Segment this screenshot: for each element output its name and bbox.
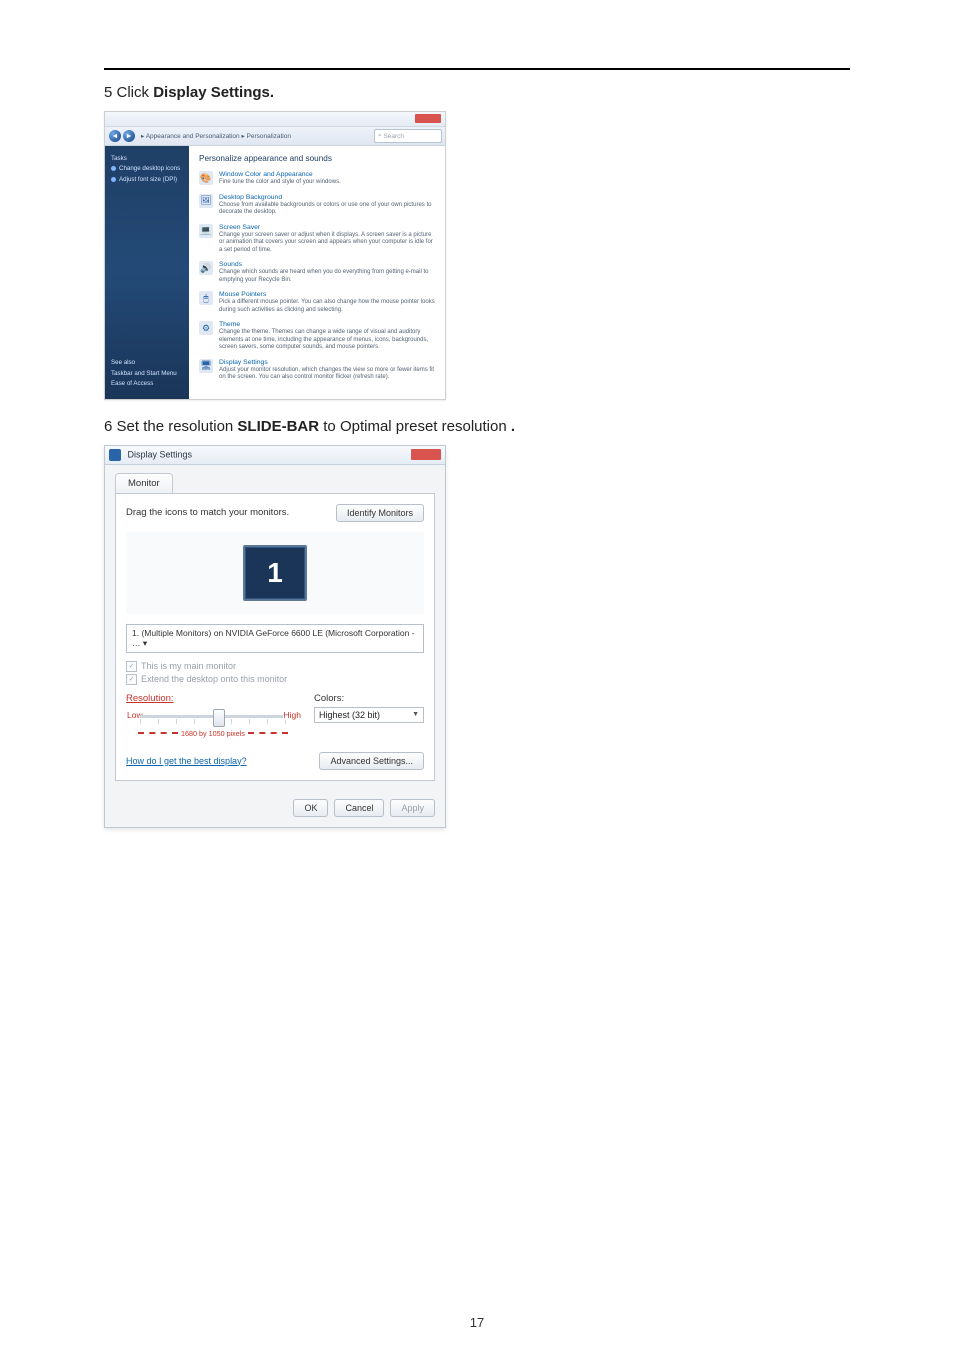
slider-thumb[interactable]: [213, 709, 225, 727]
theme-icon: ⚙: [199, 321, 213, 335]
item-mouse-pointers[interactable]: 🖱 Mouse Pointers Pick a different mouse …: [199, 291, 435, 314]
item-desc: Change the theme. Themes can change a wi…: [219, 329, 435, 352]
monitor-number: 1: [267, 557, 283, 589]
screenshot-display-settings: Display Settings Monitor Drag the icons …: [104, 445, 446, 828]
window-color-icon: 🎨: [199, 171, 213, 185]
colors-label: Colors:: [314, 693, 424, 704]
apply-button[interactable]: Apply: [390, 799, 435, 817]
step5-bold: Display Settings.: [153, 84, 274, 101]
monitor-select[interactable]: 1. (Multiple Monitors) on NVIDIA GeForce…: [126, 624, 424, 653]
screenshot-personalization: ◄ ► ▸ Appearance and Personalization ▸ P…: [104, 111, 446, 400]
step6-pre: Set the resolution: [112, 418, 237, 435]
breadcrumb[interactable]: ▸ Appearance and Personalization ▸ Perso…: [135, 132, 374, 140]
window-close-icon[interactable]: [411, 449, 441, 460]
item-link[interactable]: Window Color and Appearance: [219, 171, 313, 178]
item-link[interactable]: Sounds: [219, 261, 242, 268]
item-desc: Pick a different mouse pointer. You can …: [219, 299, 435, 314]
mouse-icon: 🖱: [199, 291, 213, 305]
resolution-slider[interactable]: Low High: [130, 707, 296, 731]
step5-pre: Click: [112, 84, 153, 101]
item-desktop-background[interactable]: 🖼 Desktop Background Choose from availab…: [199, 194, 435, 217]
step-5: 5 Click Display Settings.: [104, 84, 850, 101]
checkbox-icon: ✓: [126, 661, 137, 672]
identify-monitors-button[interactable]: Identify Monitors: [336, 504, 424, 522]
item-display-settings[interactable]: 🖥 Display Settings Adjust your monitor r…: [199, 359, 435, 382]
search-icon: ⌕: [378, 132, 382, 140]
sidebar-change-desktop-icons[interactable]: Change desktop icons: [111, 165, 183, 172]
window-close-icon[interactable]: [415, 114, 441, 123]
step6-mid: to Optimal preset resolution: [319, 418, 511, 435]
checkbox-main-monitor: ✓ This is my main monitor: [126, 661, 424, 672]
item-sounds[interactable]: 🔊 Sounds Change which sounds are heard w…: [199, 261, 435, 284]
step6-dot: .: [511, 418, 515, 435]
sidebar-adjust-font-size[interactable]: Adjust font size (DPI): [111, 176, 183, 183]
item-desc: Change your screen saver or adjust when …: [219, 232, 435, 255]
explorer-navbar: ◄ ► ▸ Appearance and Personalization ▸ P…: [105, 127, 445, 146]
app-icon: [109, 449, 121, 461]
item-link[interactable]: Theme: [219, 321, 240, 328]
sidebar-see-also: See also: [111, 359, 183, 366]
item-link[interactable]: Screen Saver: [219, 224, 260, 231]
item-desc: Fine tune the color and style of your wi…: [219, 179, 341, 187]
colors-dropdown[interactable]: Highest (32 bit) ▼: [314, 707, 424, 723]
item-window-color[interactable]: 🎨 Window Color and Appearance Fine tune …: [199, 171, 435, 187]
dialog-tabs: Monitor: [105, 465, 445, 493]
cancel-button[interactable]: Cancel: [334, 799, 384, 817]
checkbox-icon: ✓: [126, 674, 137, 685]
drag-instruction: Drag the icons to match your monitors.: [126, 507, 289, 518]
monitor-preview-area[interactable]: 1: [126, 532, 424, 614]
step-6: 6 Set the resolution SLIDE-BAR to Optima…: [104, 418, 850, 435]
item-theme[interactable]: ⚙ Theme Change the theme. Themes can cha…: [199, 321, 435, 352]
item-link[interactable]: Display Settings: [219, 359, 268, 366]
item-screen-saver[interactable]: 💻 Screen Saver Change your screen saver …: [199, 224, 435, 255]
window-titlebar: [105, 112, 445, 127]
monitor-thumbnail[interactable]: 1: [243, 545, 307, 601]
item-desc: Adjust your monitor resolution, which ch…: [219, 367, 435, 382]
colors-value: Highest (32 bit): [319, 710, 380, 720]
dialog-footer: OK Cancel Apply: [105, 791, 445, 827]
desktop-bg-icon: 🖼: [199, 194, 213, 208]
checkbox-extend-desktop: ✓ Extend the desktop onto this monitor: [126, 674, 424, 685]
page-title: Personalize appearance and sounds: [199, 154, 435, 163]
step6-bold: SLIDE-BAR: [237, 418, 319, 435]
tab-monitor[interactable]: Monitor: [115, 473, 173, 493]
page-number: 17: [0, 1315, 954, 1330]
advanced-settings-button[interactable]: Advanced Settings...: [319, 752, 424, 770]
screensaver-icon: 💻: [199, 224, 213, 238]
nav-back-button[interactable]: ◄: [109, 130, 121, 142]
search-input[interactable]: ⌕ Search: [374, 129, 442, 143]
sidebar-heading: Tasks: [111, 155, 183, 162]
sounds-icon: 🔊: [199, 261, 213, 275]
dialog-title: Display Settings: [128, 449, 193, 459]
dialog-panel: Drag the icons to match your monitors. I…: [115, 493, 435, 781]
display-icon: 🖥: [199, 359, 213, 373]
dialog-titlebar: Display Settings: [105, 446, 445, 465]
chevron-down-icon: ▼: [412, 711, 419, 718]
help-link[interactable]: How do I get the best display?: [126, 756, 247, 766]
item-desc: Change which sounds are heard when you d…: [219, 269, 435, 284]
slider-high-label: High: [283, 710, 302, 720]
item-desc: Choose from available backgrounds or col…: [219, 202, 435, 217]
nav-forward-button[interactable]: ►: [123, 130, 135, 142]
personalization-main: Personalize appearance and sounds 🎨 Wind…: [189, 146, 445, 399]
item-link[interactable]: Desktop Background: [219, 194, 282, 201]
sidebar: Tasks Change desktop icons Adjust font s…: [105, 146, 189, 399]
item-link[interactable]: Mouse Pointers: [219, 291, 266, 298]
sidebar-taskbar-link[interactable]: Taskbar and Start Menu: [111, 370, 183, 377]
sidebar-ease-link[interactable]: Ease of Access: [111, 380, 183, 387]
resolution-label: Resolution:: [126, 693, 300, 704]
resolution-caption: 1680 by 1050 pixels: [126, 729, 300, 738]
ok-button[interactable]: OK: [293, 799, 328, 817]
